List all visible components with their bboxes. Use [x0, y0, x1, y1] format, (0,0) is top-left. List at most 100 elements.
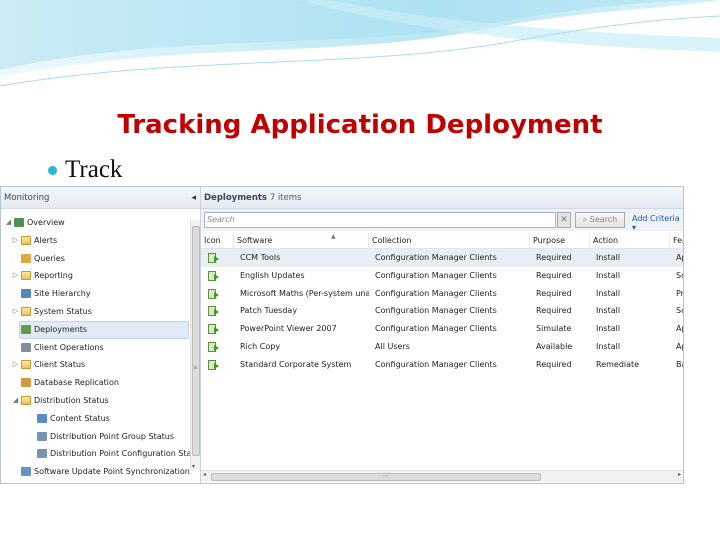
- collapsed-arrow-icon[interactable]: ▷: [11, 356, 20, 374]
- queries-icon: [21, 253, 31, 263]
- cell-collection: Configuration Manager Clients: [375, 253, 497, 262]
- nav-item-label: Content Status: [50, 413, 110, 423]
- nav-item-overview[interactable]: ◢ Overview: [1, 214, 191, 232]
- table-row[interactable]: Rich Copy All Users Available Install Ap: [201, 338, 683, 356]
- nav-item-client-operations[interactable]: Client Operations: [1, 339, 191, 357]
- nav-pane-title: Monitoring: [4, 193, 50, 203]
- dp-config-status-icon: [37, 449, 47, 459]
- cell-collection: Configuration Manager Clients: [375, 306, 497, 316]
- nav-item-software-update-point-synchronization-sta[interactable]: Software Update Point Synchronization St…: [1, 463, 191, 481]
- nav-item-distribution-status[interactable]: ◢ Distribution Status: [1, 392, 191, 410]
- slide-title: Tracking Application Deployment: [117, 110, 603, 140]
- cell-feature-type: Ap: [676, 253, 683, 262]
- application-deployment-icon: [208, 270, 219, 281]
- scroll-right-icon[interactable]: ▸: [678, 471, 681, 478]
- nav-vertical-scrollbar[interactable]: ≡ ▾: [190, 220, 200, 470]
- application-deployment-icon: [208, 341, 219, 352]
- table-row[interactable]: PowerPoint Viewer 2007 Configuration Mana…: [201, 320, 683, 338]
- table-row[interactable]: English Updates Configuration Manager Cli…: [201, 267, 683, 285]
- nav-item-queries[interactable]: Queries: [1, 250, 191, 268]
- nav-item-distribution-point-group-status[interactable]: Distribution Point Group Status: [1, 428, 191, 446]
- cell-collection: Configuration Manager Clients: [375, 288, 497, 298]
- cell-purpose: Available: [536, 341, 573, 351]
- collapsed-arrow-icon[interactable]: ▷: [11, 232, 20, 250]
- cell-collection: Configuration Manager Clients: [375, 270, 497, 280]
- nav-item-label: Distribution Status: [34, 395, 109, 405]
- table-row[interactable]: Microsoft Maths (Per-system unatten... Co…: [201, 285, 683, 303]
- sort-ascending-icon: ▲: [331, 233, 336, 240]
- column-header-collection[interactable]: Collection: [369, 233, 530, 249]
- cell-purpose: Required: [536, 270, 572, 280]
- nav-item-label: Distribution Point Group Status: [50, 431, 175, 441]
- nav-item-client-status[interactable]: ▷ Client Status: [1, 356, 191, 374]
- search-button[interactable]: ⌕ Search: [575, 212, 625, 228]
- header-wave-decoration: [0, 0, 720, 87]
- column-header-software-label: Software: [237, 236, 273, 245]
- collapsed-arrow-icon[interactable]: ▷: [11, 303, 20, 321]
- cell-purpose: Required: [536, 306, 572, 316]
- folder-icon: [21, 306, 31, 316]
- folder-icon: [21, 235, 31, 245]
- scrollbar-thumb[interactable]: [192, 226, 200, 456]
- nav-item-label: Distribution Point Configuration Status: [50, 449, 191, 459]
- table-row[interactable]: Patch Tuesday Configuration Manager Clien…: [201, 302, 683, 320]
- folder-icon: [21, 360, 31, 370]
- nav-item-label: Queries: [34, 253, 65, 263]
- nav-item-label: Site Hierarchy: [34, 289, 91, 299]
- column-header-purpose[interactable]: Purpose: [530, 233, 590, 249]
- nav-item-distribution-point-configuration-status[interactable]: Distribution Point Configuration Status: [1, 445, 191, 463]
- column-header-action[interactable]: Action: [590, 233, 670, 249]
- search-input[interactable]: Search: [204, 212, 556, 228]
- cell-purpose: Required: [536, 253, 572, 262]
- nav-item-label: Software Update Point Synchronization St…: [34, 467, 191, 477]
- nav-item-label: Reporting: [34, 271, 73, 281]
- deployments-grid: Icon Software ▲ Collection Purpose Actio…: [201, 233, 683, 374]
- scrollbar-grip-icon: ≡: [193, 364, 199, 371]
- cell-feature-type: Pr: [676, 288, 683, 298]
- scroll-down-icon[interactable]: ▾: [192, 463, 195, 470]
- expanded-arrow-icon[interactable]: ◢: [11, 392, 20, 410]
- nav-item-deployments[interactable]: Deployments: [1, 320, 191, 339]
- nav-item-alerts[interactable]: ▷ Alerts: [1, 232, 191, 250]
- content-status-icon: [37, 413, 47, 423]
- collapse-pane-icon[interactable]: ◂: [191, 187, 196, 209]
- cell-action: Remediate: [596, 359, 640, 369]
- cell-action: Install: [596, 306, 621, 316]
- dp-group-status-icon: [37, 431, 47, 441]
- nav-item-database-replication[interactable]: Database Replication: [1, 374, 191, 392]
- application-deployment-icon: [208, 359, 219, 370]
- cell-software: Standard Corporate System: [240, 359, 352, 369]
- table-row[interactable]: Standard Corporate System Configuration M…: [201, 356, 683, 374]
- cell-feature-type: Ap: [676, 324, 683, 334]
- column-header-software[interactable]: Software ▲: [234, 233, 369, 249]
- nav-item-label: Alerts: [34, 235, 58, 245]
- horizontal-scrollbar-thumb[interactable]: ⋯: [211, 473, 541, 481]
- table-row[interactable]: CCM Tools Configuration Manager Clients Re…: [201, 249, 683, 267]
- nav-item-content-status[interactable]: Content Status: [1, 410, 191, 428]
- nav-item-reporting[interactable]: ▷ Reporting: [1, 267, 191, 285]
- grid-rows: CCM Tools Configuration Manager Clients Re…: [201, 249, 683, 374]
- column-header-icon[interactable]: Icon: [201, 233, 234, 249]
- grid-horizontal-scrollbar[interactable]: ◂ ⋯ ▸: [201, 470, 683, 482]
- column-header-feature[interactable]: Fea: [670, 233, 683, 249]
- scroll-left-icon[interactable]: ◂: [203, 471, 206, 478]
- clear-search-button[interactable]: ✕: [557, 212, 571, 228]
- nav-item-label: Database Replication: [34, 378, 119, 388]
- expanded-arrow-icon[interactable]: ◢: [4, 214, 13, 232]
- item-count: 7 items: [269, 193, 302, 203]
- scrollbar-grip-icon: ⋯: [382, 473, 388, 480]
- cell-software: Microsoft Maths (Per-system unatten...: [240, 288, 369, 298]
- cell-software: CCM Tools: [240, 253, 281, 262]
- nav-item-site-hierarchy[interactable]: Site Hierarchy: [1, 285, 191, 303]
- cell-feature-type: Sc: [676, 306, 683, 316]
- bullet-item: Track: [48, 156, 122, 184]
- add-criteria-link[interactable]: Add Criteria ▾: [632, 214, 683, 232]
- collapsed-arrow-icon[interactable]: ▷: [11, 267, 20, 285]
- nav-item-label: System Status: [34, 306, 92, 316]
- deployments-icon: [21, 324, 31, 334]
- bullet-text: Track: [65, 156, 123, 183]
- configmgr-console-screenshot: Monitoring ◂ ◢ Overview ▷ Alerts Queries ▷ Rep…: [0, 186, 684, 484]
- nav-pane-header: Monitoring ◂: [1, 187, 200, 209]
- nav-item-system-status[interactable]: ▷ System Status: [1, 303, 191, 321]
- cell-purpose: Required: [536, 288, 572, 298]
